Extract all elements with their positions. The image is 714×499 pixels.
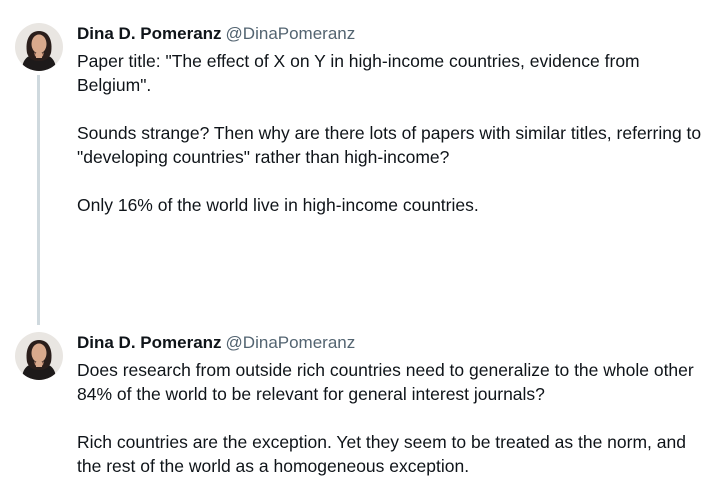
profile-photo (15, 23, 63, 71)
avatar[interactable] (15, 332, 63, 380)
author-name[interactable]: Dina D. Pomeranz (77, 24, 222, 43)
tweet-header: Dina D. Pomeranz @DinaPomeranz (77, 23, 355, 45)
tweet-paragraph: Only 16% of the world live in high-incom… (77, 195, 479, 215)
avatar[interactable] (15, 23, 63, 71)
tweet-paragraph: Does research from outside rich countrie… (77, 360, 694, 404)
tweet-text: Does research from outside rich countrie… (77, 358, 702, 478)
tweet-paragraph: Rich countries are the exception. Yet th… (77, 432, 686, 476)
tweet-paragraph: Sounds strange? Then why are there lots … (77, 123, 702, 167)
author-name[interactable]: Dina D. Pomeranz (77, 333, 222, 352)
profile-photo (15, 332, 63, 380)
tweet-text: Paper title: "The effect of X on Y in hi… (77, 49, 702, 217)
tweet-paragraph: Paper title: "The effect of X on Y in hi… (77, 51, 640, 95)
tweet-header: Dina D. Pomeranz @DinaPomeranz (77, 332, 355, 354)
author-handle[interactable]: @DinaPomeranz (226, 24, 356, 43)
thread-connector-line (37, 75, 40, 325)
author-handle[interactable]: @DinaPomeranz (226, 333, 356, 352)
